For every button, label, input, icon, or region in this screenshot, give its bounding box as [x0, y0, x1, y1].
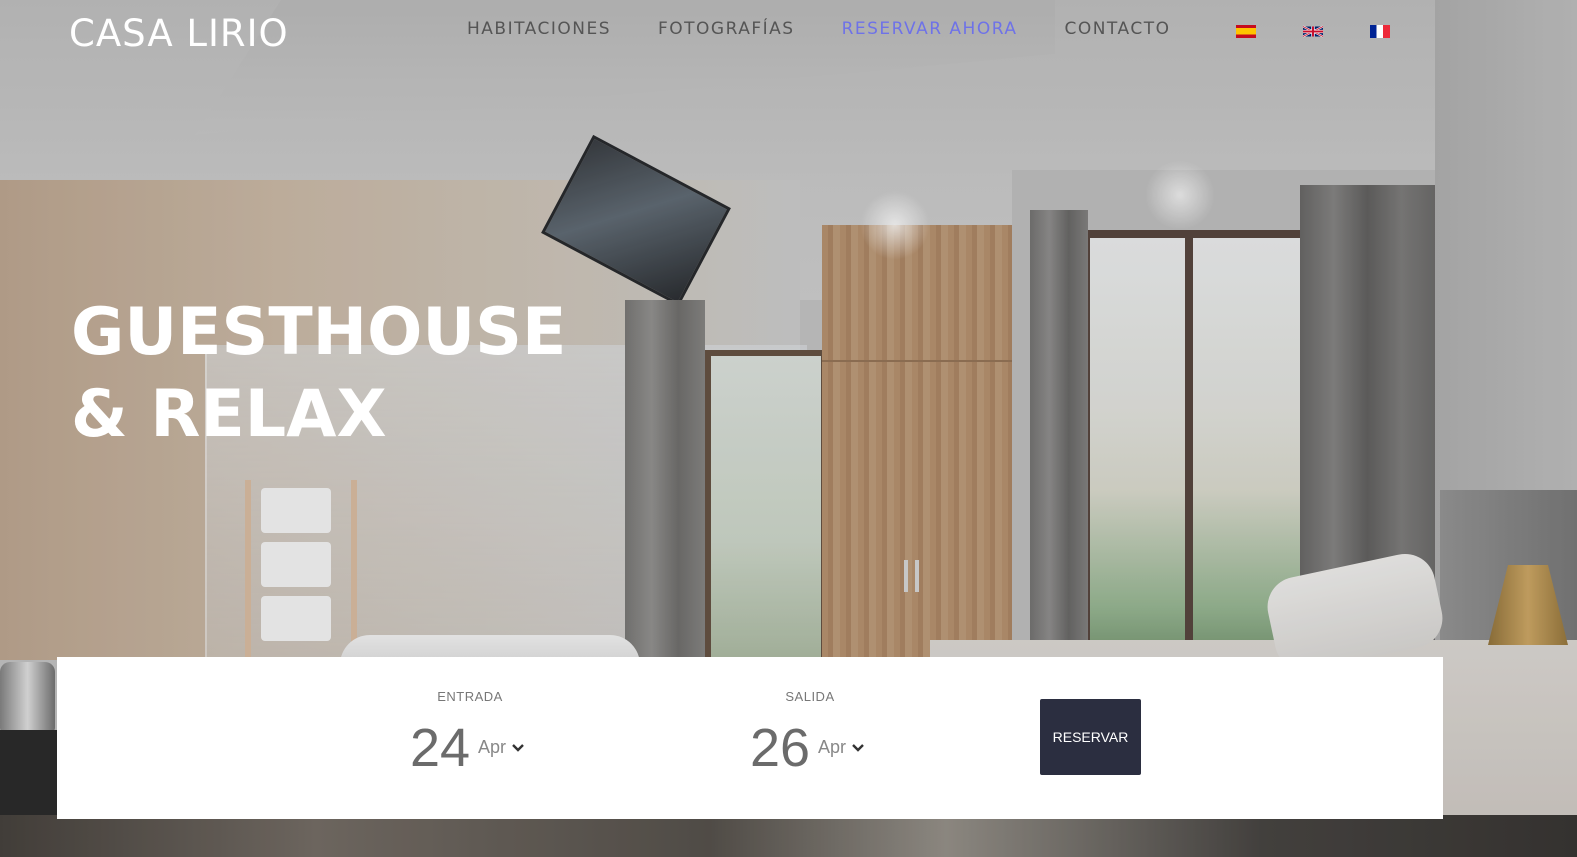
checkin-label: ENTRADA [437, 689, 503, 704]
reserve-button[interactable]: RESERVAR [1040, 699, 1141, 775]
site-logo[interactable]: CASA LIRIO [69, 12, 289, 55]
hero-heading-line-1: GUESTHOUSE [71, 295, 567, 370]
chevron-down-icon[interactable] [851, 741, 865, 755]
hero-heading-line-2: & RELAX [71, 377, 387, 452]
spain-flag-icon[interactable] [1236, 25, 1256, 38]
checkout-label: SALIDA [785, 689, 835, 704]
site-header: CASA LIRIO HABITACIONES FOTOGRAFÍAS RESE… [0, 0, 1577, 70]
checkin-day[interactable]: 24 [410, 717, 470, 779]
language-switcher [1236, 25, 1437, 38]
hero-heading: GUESTHOUSE & RELAX [71, 292, 566, 456]
booking-bar: ENTRADA 24 Apr SALIDA 26 Apr RESERVAR [57, 657, 1443, 819]
checkout-day[interactable]: 26 [750, 717, 810, 779]
chevron-down-icon[interactable] [511, 741, 525, 755]
uk-flag-icon[interactable] [1303, 25, 1323, 38]
nav-item-fotografias[interactable]: FOTOGRAFÍAS [658, 19, 795, 39]
checkin-month[interactable]: Apr [478, 737, 506, 758]
nav-item-reservar-ahora[interactable]: RESERVAR AHORA [842, 19, 1018, 39]
nav-item-contacto[interactable]: CONTACTO [1064, 19, 1170, 39]
checkin-date-picker[interactable]: ENTRADA 24 Apr [410, 657, 590, 819]
nav-item-habitaciones[interactable]: HABITACIONES [467, 19, 611, 39]
checkout-date-picker[interactable]: SALIDA 26 Apr [750, 657, 930, 819]
france-flag-icon[interactable] [1370, 25, 1390, 38]
main-nav: HABITACIONES FOTOGRAFÍAS RESERVAR AHORA … [467, 19, 1217, 39]
checkout-month[interactable]: Apr [818, 737, 846, 758]
